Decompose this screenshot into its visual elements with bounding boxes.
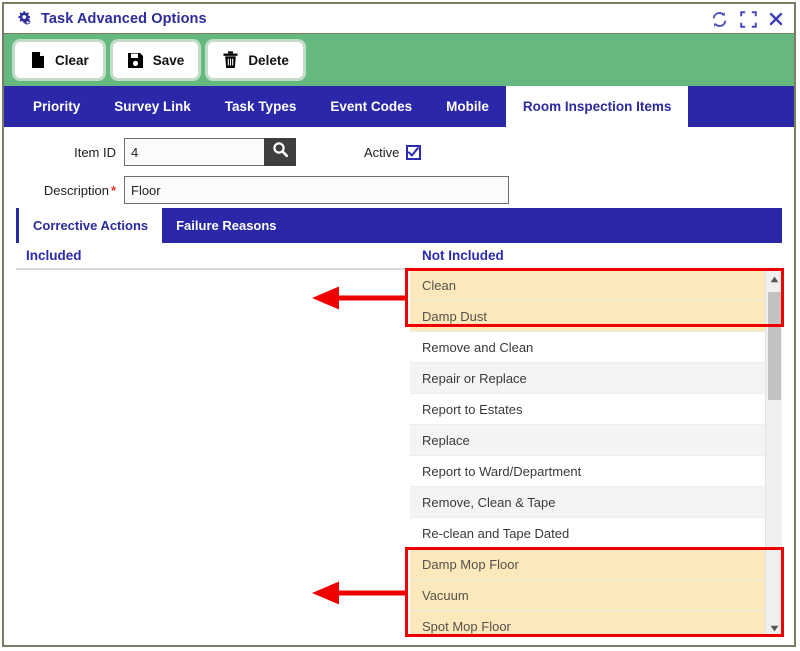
tab-survey-link-label: Survey Link [114, 99, 191, 114]
floppy-disk-icon [127, 51, 144, 70]
list-item-label: Re-clean and Tape Dated [422, 525, 570, 541]
tab-task-types-label: Task Types [224, 99, 297, 114]
item-form: Item ID Active [4, 127, 794, 208]
item-id-label: Item ID [74, 144, 116, 160]
required-marker: * [110, 182, 116, 198]
save-button[interactable]: Save [111, 41, 200, 79]
not-included-pane-title: Not Included [422, 248, 504, 263]
list-item[interactable]: Remove and Clean [410, 332, 765, 363]
tab-task-types[interactable]: Task Types [208, 86, 314, 127]
list-item-label: Clean [422, 277, 456, 293]
triangle-down-icon [770, 619, 779, 637]
active-checkbox[interactable] [406, 144, 422, 160]
gears-icon [16, 10, 34, 28]
description-row: Description * [4, 176, 794, 204]
tab-room-inspection-items[interactable]: Room Inspection Items [505, 86, 689, 127]
window-title: Task Advanced Options [41, 10, 207, 27]
dual-list-panes: Included Not Included Clean Damp Dust Re… [16, 243, 784, 637]
tab-priority-label: Priority [33, 99, 81, 114]
list-item[interactable]: Damp Mop Floor [410, 549, 765, 580]
description-input[interactable] [124, 176, 509, 204]
magnifier-icon [272, 141, 289, 163]
tab-priority[interactable]: Priority [16, 86, 97, 127]
pane-headers: Included Not Included [16, 243, 782, 268]
subtab-corrective-actions[interactable]: Corrective Actions [19, 208, 163, 243]
close-icon[interactable] [768, 11, 784, 27]
list-item-label: Vacuum [422, 587, 469, 603]
list-item[interactable]: Report to Estates [410, 394, 765, 425]
refresh-icon[interactable] [710, 11, 729, 28]
list-item-label: Repair or Replace [422, 370, 527, 386]
delete-button-label: Delete [248, 52, 289, 68]
task-advanced-options-window: Task Advanced Options Clear Save Delete … [2, 2, 796, 647]
tab-mobile-label: Mobile [446, 99, 489, 114]
included-pane-title: Included [26, 248, 82, 263]
description-input-group [124, 176, 509, 204]
window-controls [710, 4, 784, 34]
file-icon [29, 51, 46, 70]
item-id-search-button[interactable] [264, 138, 296, 166]
list-item[interactable]: Repair or Replace [410, 363, 765, 394]
list-item-label: Remove, Clean & Tape [422, 494, 556, 510]
tab-mobile[interactable]: Mobile [429, 86, 506, 127]
list-item-label: Report to Ward/Department [422, 463, 582, 479]
item-id-row: Item ID Active [4, 138, 794, 166]
item-id-input[interactable] [124, 138, 264, 166]
subtab-failure-reasons-label: Failure Reasons [176, 218, 277, 233]
item-id-input-group [124, 138, 296, 166]
tab-event-codes[interactable]: Event Codes [313, 86, 429, 127]
list-item[interactable]: Clean [410, 270, 765, 301]
sub-tab-strip: Corrective Actions Failure Reasons [16, 208, 782, 243]
not-included-rows: Clean Damp Dust Remove and Clean Repair … [410, 270, 765, 636]
list-item-label: Report to Estates [422, 401, 523, 417]
not-included-list[interactable]: Clean Damp Dust Remove and Clean Repair … [410, 268, 782, 636]
scroll-down-button[interactable] [766, 619, 782, 636]
list-item-label: Damp Mop Floor [422, 556, 519, 572]
save-button-label: Save [152, 52, 185, 68]
window-titlebar: Task Advanced Options [4, 4, 794, 34]
trash-icon [222, 51, 239, 70]
list-item[interactable]: Report to Ward/Department [410, 456, 765, 487]
clear-button-label: Clear [55, 52, 89, 68]
description-label-text: Description [43, 182, 109, 198]
tab-room-inspection-items-label: Room Inspection Items [522, 99, 672, 114]
active-label: Active [364, 144, 400, 160]
list-item[interactable]: Re-clean and Tape Dated [410, 518, 765, 549]
expand-icon[interactable] [740, 10, 757, 28]
list-item-label: Remove and Clean [422, 339, 534, 355]
lists-container: Clean Damp Dust Remove and Clean Repair … [16, 268, 782, 636]
list-item[interactable]: Spot Mop Floor [410, 611, 765, 636]
scroll-up-button[interactable] [766, 270, 782, 287]
description-label: Description * [4, 183, 116, 198]
clear-button[interactable]: Clear [14, 41, 104, 79]
not-included-scrollbar[interactable] [765, 270, 782, 636]
tab-event-codes-label: Event Codes [330, 99, 413, 114]
active-field: Active [364, 144, 422, 160]
list-item-label: Damp Dust [422, 308, 488, 324]
list-item[interactable]: Replace [410, 425, 765, 456]
action-toolbar: Clear Save Delete [4, 34, 794, 86]
list-item[interactable]: Remove, Clean & Tape [410, 487, 765, 518]
list-item[interactable]: Vacuum [410, 580, 765, 611]
tab-survey-link[interactable]: Survey Link [97, 86, 208, 127]
list-item-label: Replace [422, 432, 470, 448]
scrollbar-thumb[interactable] [768, 292, 781, 400]
included-list[interactable] [16, 268, 410, 636]
subtab-corrective-actions-label: Corrective Actions [33, 218, 149, 233]
main-tab-strip: Priority Survey Link Task Types Event Co… [4, 86, 794, 127]
triangle-up-icon [770, 270, 779, 288]
delete-button[interactable]: Delete [207, 41, 304, 79]
list-item[interactable]: Damp Dust [410, 301, 765, 332]
list-item-label: Spot Mop Floor [422, 618, 511, 634]
subtab-failure-reasons[interactable]: Failure Reasons [162, 208, 290, 243]
